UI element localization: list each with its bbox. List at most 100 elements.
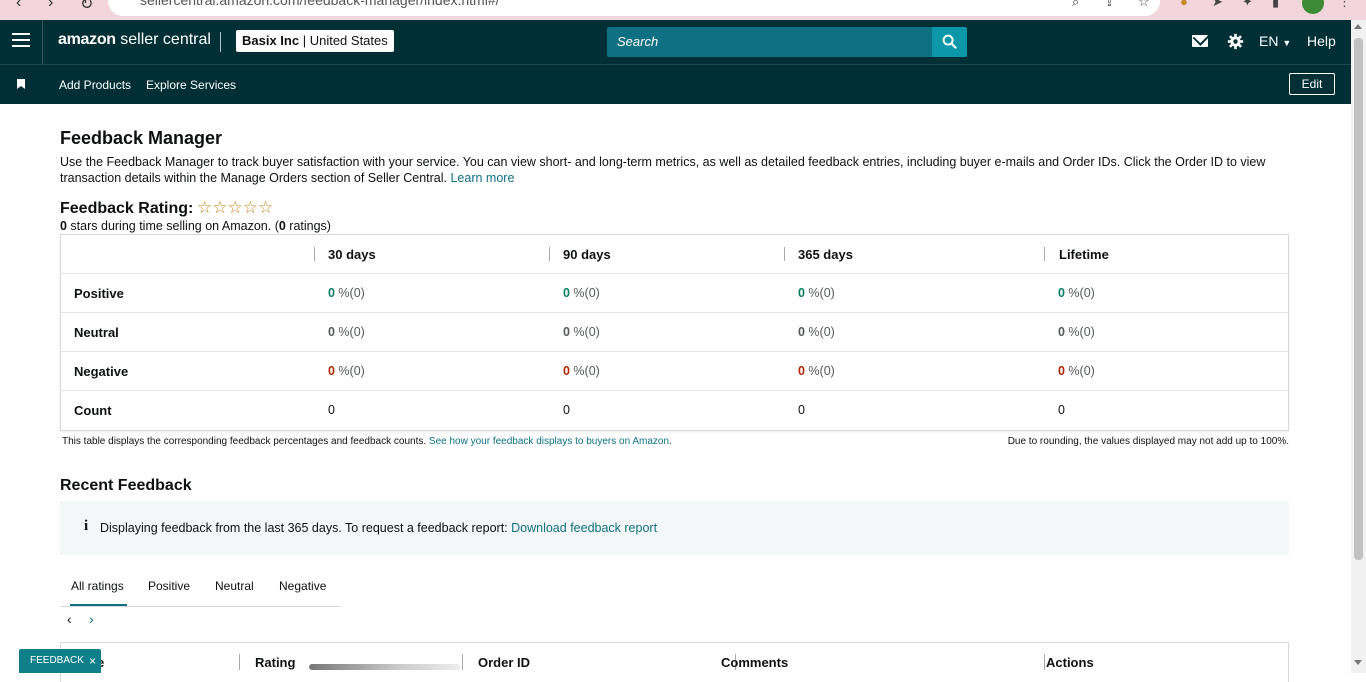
row-label: Neutral: [74, 325, 119, 340]
table-cell: 0 %(0): [328, 274, 365, 313]
help-link[interactable]: Help: [1307, 33, 1336, 49]
learn-more-link[interactable]: Learn more: [450, 171, 514, 185]
footnote-text: This table displays the corresponding fe…: [62, 436, 429, 447]
stars-value: 0: [60, 219, 67, 233]
neutral-value: 0: [1058, 325, 1065, 339]
info-text: Displaying feedback from the last 365 da…: [100, 521, 657, 535]
table-row-count: Count 0 0 0 0: [61, 391, 1288, 430]
bookmark-bar: Add Products Explore Services Edit: [0, 64, 1351, 104]
language-selector[interactable]: EN ▼: [1259, 33, 1291, 49]
feedback-list-table-header: e Rating Order ID Comments Actions: [60, 642, 1289, 682]
feedback-rating-title: Feedback Rating:: [60, 200, 194, 217]
neutral-value: 0: [798, 325, 805, 339]
forward-icon[interactable]: ›: [48, 0, 53, 12]
nav-link-add-products[interactable]: Add Products: [59, 78, 131, 92]
percent-suffix: %(0): [334, 325, 365, 339]
percent-suffix: %(0): [1064, 325, 1095, 339]
table-row-neutral: Neutral 0 %(0) 0 %(0) 0 %(0) 0 %(0): [61, 313, 1288, 352]
extension-arrow-icon[interactable]: ➤: [1212, 0, 1223, 10]
neutral-value: 0: [563, 325, 570, 339]
account-switcher[interactable]: Basix Inc | United States: [236, 30, 394, 52]
page-title: Feedback Manager: [60, 128, 223, 148]
column-header-90-days: 90 days: [563, 247, 611, 262]
negative-value: 0: [798, 364, 805, 378]
search-input[interactable]: [607, 27, 932, 57]
table-row-positive: Positive 0 %(0) 0 %(0) 0 %(0) 0 %(0): [61, 274, 1288, 313]
browser-menu-icon[interactable]: ⋮: [1338, 0, 1351, 10]
logo-brand: amazon: [58, 31, 116, 48]
column-separator: [549, 247, 550, 261]
column-separator: [239, 654, 240, 670]
feedback-widget-button[interactable]: FEEDBACK ×: [19, 649, 101, 673]
bookmark-icon[interactable]: [17, 79, 25, 89]
column-separator: [1044, 654, 1045, 670]
table-cell: 0 %(0): [563, 352, 600, 391]
nav-link-explore-services[interactable]: Explore Services: [146, 78, 236, 92]
info-message: Displaying feedback from the last 365 da…: [100, 521, 512, 535]
top-header: amazon seller central Basix Inc | United…: [0, 20, 1351, 64]
percent-suffix: %(0): [569, 286, 600, 300]
feedback-summary-table: 30 days 90 days 365 days Lifetime Positi…: [60, 234, 1289, 431]
scroll-thumb[interactable]: [1354, 38, 1363, 560]
table-row-negative: Negative 0 %(0) 0 %(0) 0 %(0) 0 %(0): [61, 352, 1288, 391]
tab-negative[interactable]: Negative: [279, 579, 326, 593]
seller-central-logo[interactable]: amazon seller central: [58, 31, 211, 49]
gear-icon[interactable]: [1227, 33, 1244, 50]
column-header-order-id[interactable]: Order ID: [478, 655, 530, 670]
column-separator: [784, 247, 785, 261]
tab-positive[interactable]: Positive: [148, 579, 190, 593]
percent-suffix: %(0): [1064, 364, 1095, 378]
extension-icon[interactable]: ●: [1180, 0, 1188, 9]
table-cell: 0 %(0): [1058, 352, 1095, 391]
account-region: United States: [309, 33, 388, 48]
logo-separator: [220, 32, 221, 52]
pagination-next-icon[interactable]: ›: [89, 611, 94, 627]
reload-icon[interactable]: ↻: [80, 0, 93, 14]
column-header-comments[interactable]: Comments: [721, 655, 788, 670]
percent-suffix: %(0): [334, 286, 365, 300]
window-icon[interactable]: ▮: [1272, 0, 1279, 10]
page-scrollbar[interactable]: [1351, 20, 1366, 673]
browser-toolbar: ‹ › ↻ sellercentral.amazon.com/feedback-…: [0, 0, 1366, 20]
mail-icon[interactable]: [1192, 35, 1208, 47]
pagination-prev-icon[interactable]: ‹: [67, 611, 72, 627]
recent-feedback-title: Recent Feedback: [60, 477, 192, 494]
edit-button[interactable]: Edit: [1289, 73, 1335, 95]
table-cell: 0 %(0): [328, 352, 365, 391]
star-bookmark-icon[interactable]: ☆: [1138, 0, 1150, 10]
percent-suffix: %(0): [804, 286, 835, 300]
back-icon[interactable]: ‹: [16, 0, 21, 12]
scroll-down-arrow-icon[interactable]: [1354, 660, 1362, 665]
percent-suffix: %(0): [804, 325, 835, 339]
rounding-note: Due to rounding, the values displayed ma…: [1007, 436, 1289, 447]
share-icon[interactable]: ⇪: [1104, 0, 1115, 10]
table-cell: 0 %(0): [1058, 313, 1095, 352]
positive-value: 0: [563, 286, 570, 300]
hamburger-menu-icon[interactable]: [12, 33, 30, 51]
table-header-row: 30 days 90 days 365 days Lifetime: [61, 235, 1288, 274]
feedback-display-link[interactable]: See how your feedback displays to buyers…: [429, 436, 672, 447]
close-icon[interactable]: ×: [89, 649, 96, 673]
negative-value: 0: [1058, 364, 1065, 378]
row-label: Positive: [74, 286, 124, 301]
percent-suffix: %(0): [804, 364, 835, 378]
puzzle-icon[interactable]: ✦: [1242, 0, 1253, 10]
column-header-rating[interactable]: Rating: [255, 655, 295, 670]
download-feedback-report-link[interactable]: Download feedback report: [511, 521, 657, 535]
profile-avatar[interactable]: [1302, 0, 1324, 14]
tab-all-ratings[interactable]: All ratings: [71, 579, 124, 593]
tab-neutral[interactable]: Neutral: [215, 579, 254, 593]
feedback-widget-label: FEEDBACK: [30, 655, 84, 666]
count-value: 0: [798, 403, 805, 417]
column-separator: [314, 247, 315, 261]
rating-filter-tabs: All ratings Positive Neutral Negative: [60, 571, 341, 607]
page-description: Use the Feedback Manager to track buyer …: [60, 154, 1292, 186]
address-bar-url[interactable]: sellercentral.amazon.com/feedback-manage…: [140, 0, 500, 8]
search-icon[interactable]: ⌕: [1072, 0, 1079, 10]
search-button[interactable]: [932, 27, 967, 57]
scroll-up-arrow-icon[interactable]: [1354, 24, 1362, 29]
column-header-actions[interactable]: Actions: [1046, 655, 1094, 670]
percent-suffix: %(0): [569, 325, 600, 339]
info-alert: i Displaying feedback from the last 365 …: [60, 501, 1289, 555]
count-value: 0: [563, 403, 570, 417]
